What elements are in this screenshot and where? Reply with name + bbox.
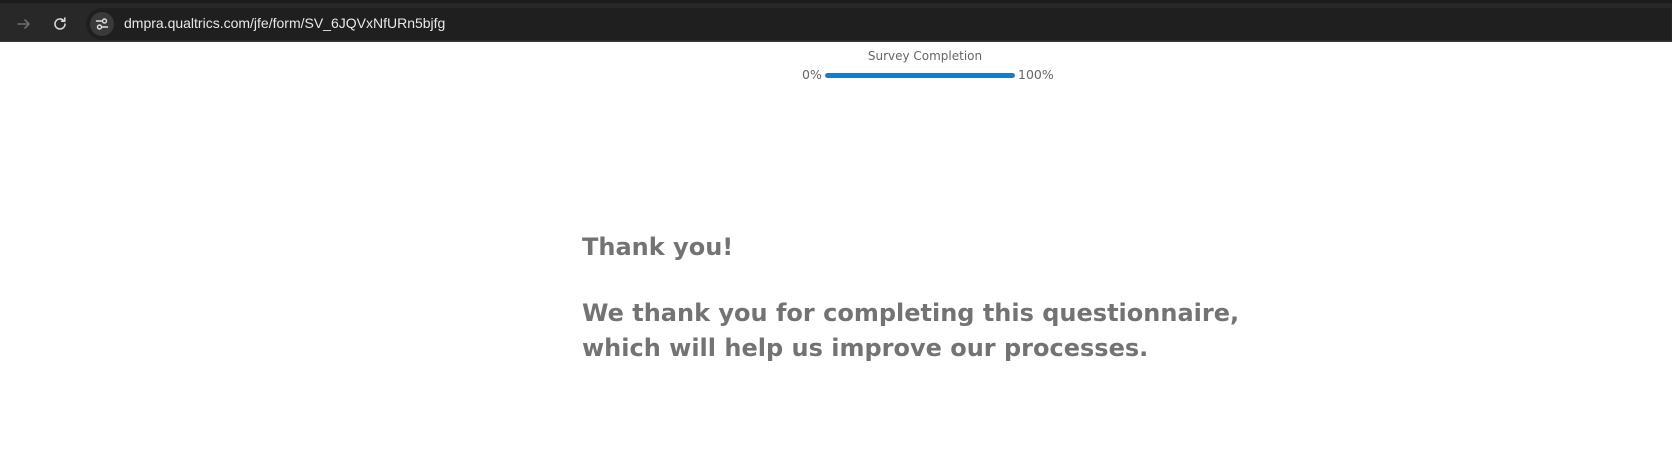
tune-icon xyxy=(95,18,109,30)
arrow-right-icon xyxy=(17,19,30,29)
browser-toolbar: dmpra.qualtrics.com/jfe/form/SV_6JQVxNfU… xyxy=(0,0,1672,42)
progress-bar xyxy=(825,73,1015,78)
message-heading: Thank you! xyxy=(582,233,734,261)
survey-progress: Survey Completion 0% 100% xyxy=(780,46,1070,86)
progress-max-label: 100% xyxy=(1018,67,1054,82)
reload-icon xyxy=(54,17,66,30)
message-body: We thank you for completing this questio… xyxy=(582,299,1240,362)
site-info-button[interactable] xyxy=(90,12,114,36)
address-bar[interactable]: dmpra.qualtrics.com/jfe/form/SV_6JQVxNfU… xyxy=(86,8,1671,40)
progress-title: Survey Completion xyxy=(867,49,983,63)
progress-bar-fill xyxy=(825,73,1015,78)
end-of-survey-message: Thank you! We thank you for completing t… xyxy=(582,230,1242,366)
url-text[interactable]: dmpra.qualtrics.com/jfe/form/SV_6JQVxNfU… xyxy=(124,15,445,31)
progress-min-label: 0% xyxy=(802,67,822,82)
reload-button[interactable] xyxy=(46,10,74,38)
forward-button[interactable] xyxy=(10,10,38,38)
